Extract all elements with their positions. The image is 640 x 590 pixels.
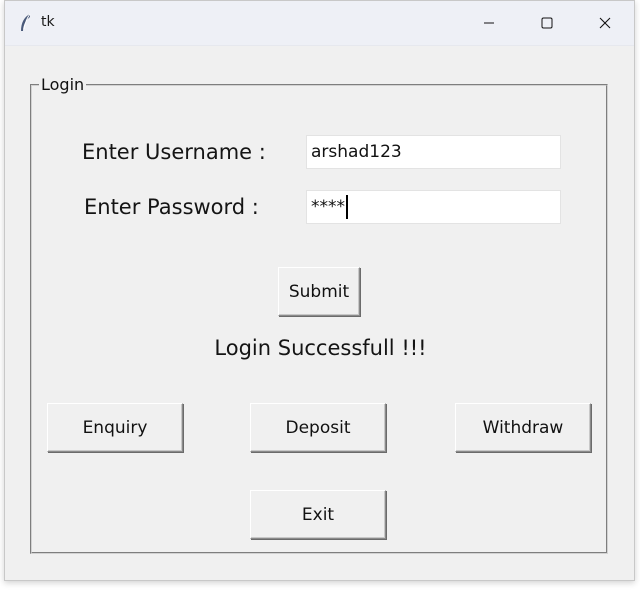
password-label: Enter Password : [84,195,259,219]
username-label: Enter Username : [82,140,266,164]
submit-button[interactable]: Submit [278,267,360,316]
status-message: Login Successfull !!! [214,336,427,360]
enquiry-button[interactable]: Enquiry [47,403,183,452]
close-button[interactable] [576,1,634,45]
window-content: Login Enter Username : arshad123 Enter P… [5,46,634,581]
login-frame-label: Login [39,75,87,95]
username-input[interactable]: arshad123 [306,135,561,169]
exit-button[interactable]: Exit [250,490,386,539]
text-cursor [346,195,348,219]
password-input[interactable]: **** [306,190,561,224]
maximize-icon [541,14,553,33]
close-icon [599,14,611,33]
deposit-button[interactable]: Deposit [250,403,386,452]
maximize-button[interactable] [518,1,576,45]
password-value: **** [311,197,345,217]
minimize-icon [483,14,495,33]
feather-icon [18,13,34,33]
username-value: arshad123 [311,142,402,162]
minimize-button[interactable] [460,1,518,45]
window-title: tk [41,14,55,30]
app-window: tk Login Enter Username : arshad123 Ente… [4,0,635,581]
withdraw-button[interactable]: Withdraw [455,403,591,452]
title-bar[interactable]: tk [5,1,634,46]
